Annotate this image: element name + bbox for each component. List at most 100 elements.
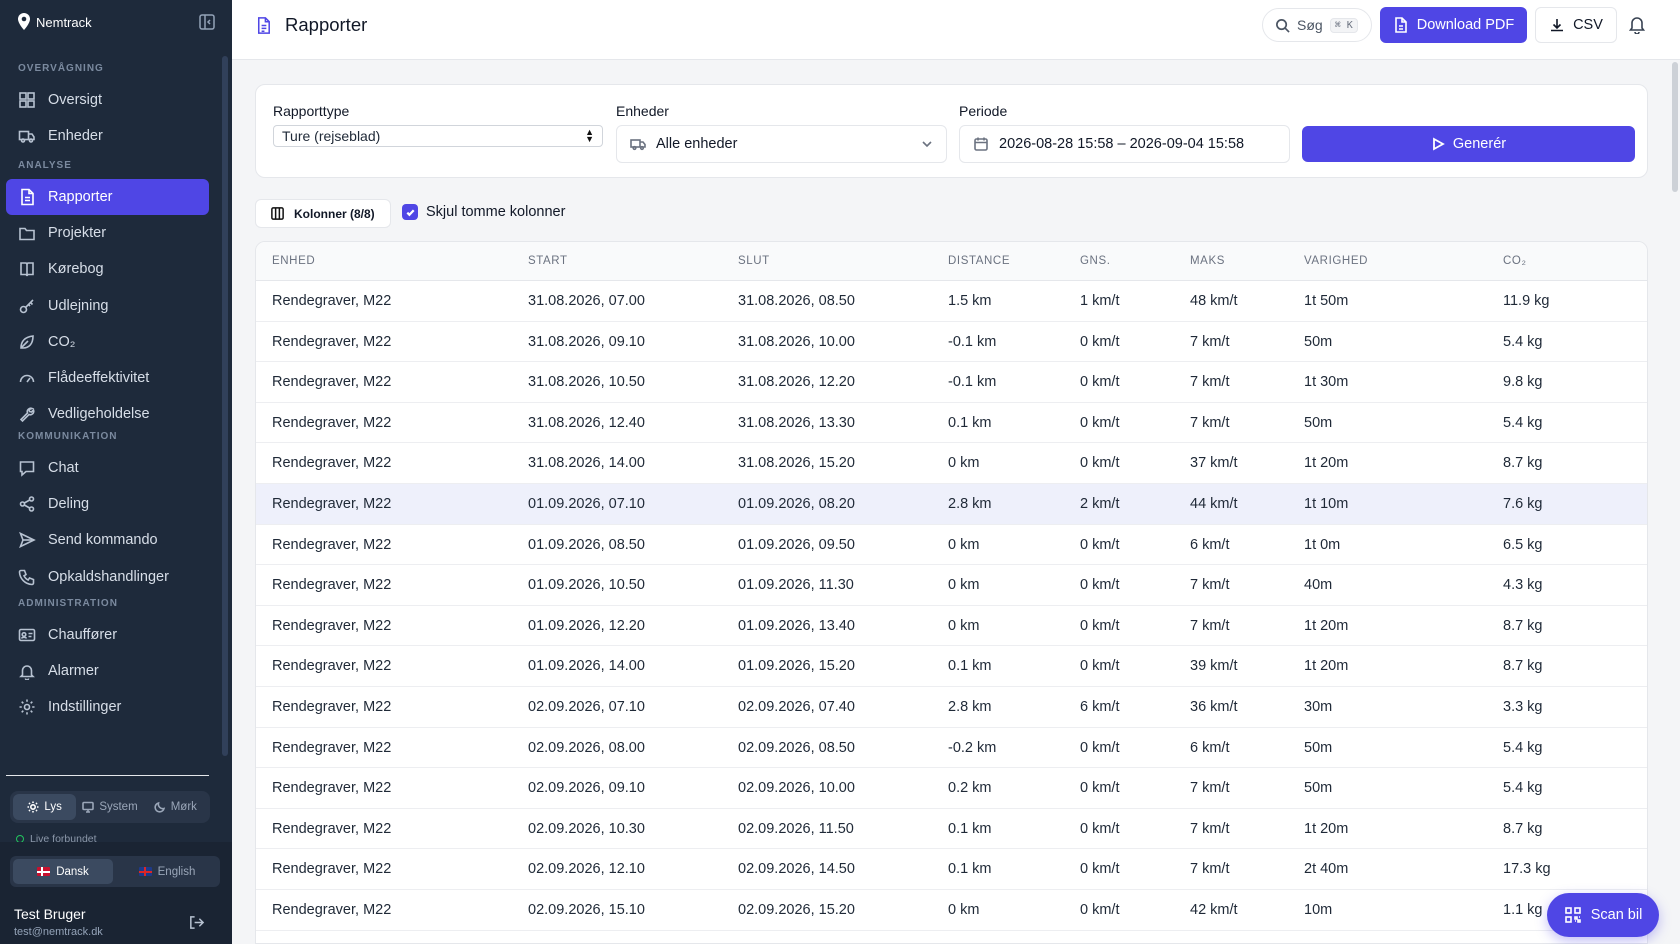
trips-table: ENHED START SLUT DISTANCE GNS. MAKS VARIGHED CO… [255,241,1648,944]
table-row[interactable]: Rendegraver, M22 02.09.2026, 10.30 02.09.2… [256,809,1647,850]
table-cell: -0.2 km [948,739,997,756]
sidebar-item-chauffører[interactable]: Chauffører [6,617,209,653]
column-header[interactable]: CO₂ [1503,255,1527,267]
table-cell: 02.09.2026, 08.50 [738,739,855,756]
generate-label: Generér [1452,136,1507,152]
main-scrollbar[interactable] [1672,62,1678,192]
table-cell: 0 km/t [1080,617,1120,634]
table-row[interactable]: Rendegraver, M22 02.09.2026, 09.10 02.09.2… [256,768,1647,809]
table-cell: 01.09.2026, 12.20 [528,617,645,634]
table-row[interactable]: Rendegraver, M22 31.08.2026, 12.40 31.08.2… [256,403,1647,444]
sidebar-collapse-icon[interactable] [198,13,216,31]
table-cell: 50m [1304,780,1333,797]
table-row[interactable]: Rendegraver, M22 01.09.2026, 12.20 01.09.2… [256,606,1647,647]
units-value: Alle enheder [656,136,738,152]
table-cell: 31.08.2026, 13.30 [738,414,855,431]
column-header[interactable]: ENHED [272,255,315,267]
table-cell: 1t 20m [1304,658,1349,675]
scan-car-button[interactable]: Scan bil [1547,893,1659,937]
theme-system-option[interactable]: System [78,794,141,820]
table-cell: 01.09.2026, 10.50 [528,577,645,594]
sidebar-item-co-[interactable]: CO₂ [6,324,209,360]
table-cell: Rendegraver, M22 [272,414,392,431]
sidebar-item-label: CO₂ [48,333,76,350]
table-row[interactable]: Rendegraver, M22 31.08.2026, 14.00 31.08.2… [256,443,1647,484]
csv-export-button[interactable]: CSV [1535,7,1617,43]
table-row[interactable]: Rendegraver, M22 01.09.2026, 07.10 01.09.2… [256,484,1647,525]
table-row[interactable]: Rendegraver, M22 02.09.2026, 15.10 02.09.2… [256,890,1647,931]
table-row[interactable]: Rendegraver, M22 01.09.2026, 10.50 01.09.2… [256,565,1647,606]
table-cell: 02.09.2026, 11.50 [738,820,854,837]
page-title-group: Rapporter [254,14,367,36]
table-cell: 2 km/t [1080,496,1120,512]
share-icon [19,496,35,512]
column-header[interactable]: DISTANCE [948,255,1010,267]
sidebar-item-flådeeffektivitet[interactable]: Flådeeffektivitet [6,360,209,396]
hide-empty-checkbox[interactable] [402,204,418,220]
sidebar-item-send-kommando[interactable]: Send kommando [6,522,209,558]
column-header[interactable]: MAKS [1190,255,1225,267]
language-switcher: Dansk English [10,856,220,887]
column-header[interactable]: GNS. [1080,255,1111,267]
table-cell: 02.09.2026, 07.40 [738,699,855,715]
table-row[interactable]: Rendegraver, M22 02.09.2026, 08.00 02.09.2… [256,728,1647,769]
sidebar: Nemtrack OVERVÅGNING Oversigt Enheder ANALY… [0,0,232,944]
table-cell: 31.08.2026, 10.50 [528,374,645,391]
sidebar-item-rapporter[interactable]: Rapporter [6,179,209,215]
sidebar-item-opkaldshandlinger[interactable]: Opkaldshandlinger [6,559,209,595]
period-picker[interactable]: 2026-08-28 15:58 – 2026-09-04 15:58 [959,125,1290,163]
user-email: test@nemtrack.dk [14,926,103,938]
sidebar-item-deling[interactable]: Deling [6,486,209,522]
file-icon [1394,17,1407,33]
sidebar-item-indstillinger[interactable]: Indstillinger [6,689,209,725]
table-cell: 0 km/t [1080,455,1120,472]
sidebar-item-oversigt[interactable]: Oversigt [6,82,209,118]
theme-dark-option[interactable]: Mørk [144,794,207,820]
table-row[interactable]: Rendegraver, M22 31.08.2026, 10.50 31.08.2… [256,362,1647,403]
table-cell: 0 km [948,577,980,594]
table-row[interactable]: Rendegraver, M22 01.09.2026, 08.50 01.09.2… [256,525,1647,566]
sidebar-item-label: Send kommando [48,532,158,549]
table-cell: 02.09.2026, 15.10 [528,902,645,918]
table-row[interactable]: Rendegraver, M22 31.08.2026, 07.00 31.08.2… [256,281,1647,322]
logout-icon[interactable] [188,914,205,931]
sidebar-item-label: Chauffører [48,627,118,643]
sidebar-item-projekter[interactable]: Projekter [6,215,209,251]
generate-button[interactable]: Generér [1302,126,1635,162]
table-cell: 02.09.2026, 10.00 [738,780,855,797]
calendar-icon [974,137,988,151]
sidebar-item-udlejning[interactable]: Udlejning [6,288,209,324]
sidebar-item-vedligeholdelse[interactable]: Vedligeholdelse [6,396,209,432]
sidebar-item-alarmer[interactable]: Alarmer [6,653,209,689]
units-dropdown[interactable]: Alle enheder [616,125,947,163]
sidebar-item-enheder[interactable]: Enheder [6,118,209,154]
download-pdf-button[interactable]: Download PDF [1380,7,1527,43]
page-title: Rapporter [285,14,368,35]
table-row[interactable]: Rendegraver, M22 02.09.2026, 07.10 02.09.2… [256,687,1647,728]
hide-empty-columns-toggle[interactable]: Skjul tomme kolonner [402,204,565,220]
table-cell: Rendegraver, M22 [272,780,392,797]
sidebar-item-label: Deling [48,496,90,513]
table-cell: 50m [1304,739,1333,756]
table-row[interactable]: Rendegraver, M22 31.08.2026, 09.10 31.08.2… [256,322,1647,363]
theme-light-option[interactable]: Lys [13,794,77,820]
column-header[interactable]: SLUT [738,255,770,267]
sidebar-item-kørebog[interactable]: Kørebog [6,251,209,287]
sidebar-scrollbar[interactable] [222,56,228,756]
table-row[interactable]: Rendegraver, M22 02.09.2026, 12.10 02.09.2… [256,849,1647,890]
sidebar-item-label: Indstillinger [48,699,122,716]
table-row[interactable]: Rendegraver, M22 01.09.2026, 14.00 01.09.2… [256,646,1647,687]
table-cell: 01.09.2026, 09.50 [738,536,855,553]
table-cell: 01.09.2026, 14.00 [528,658,645,675]
logo[interactable]: Nemtrack [16,12,92,32]
column-header[interactable]: START [528,255,568,267]
language-english-option[interactable]: English [117,859,217,884]
sidebar-item-chat[interactable]: Chat [6,450,209,486]
search-button[interactable]: Søg ⌘ K [1262,8,1372,42]
notifications-button[interactable] [1627,14,1649,36]
columns-button[interactable]: Kolonner (8/8) [255,199,391,228]
report-type-select[interactable]: Ture (rejseblad) ▲ ▼ [273,125,603,147]
column-header[interactable]: VARIGHED [1304,255,1368,267]
language-danish-option[interactable]: Dansk [13,859,113,884]
table-cell: 02.09.2026, 15.20 [738,902,855,918]
